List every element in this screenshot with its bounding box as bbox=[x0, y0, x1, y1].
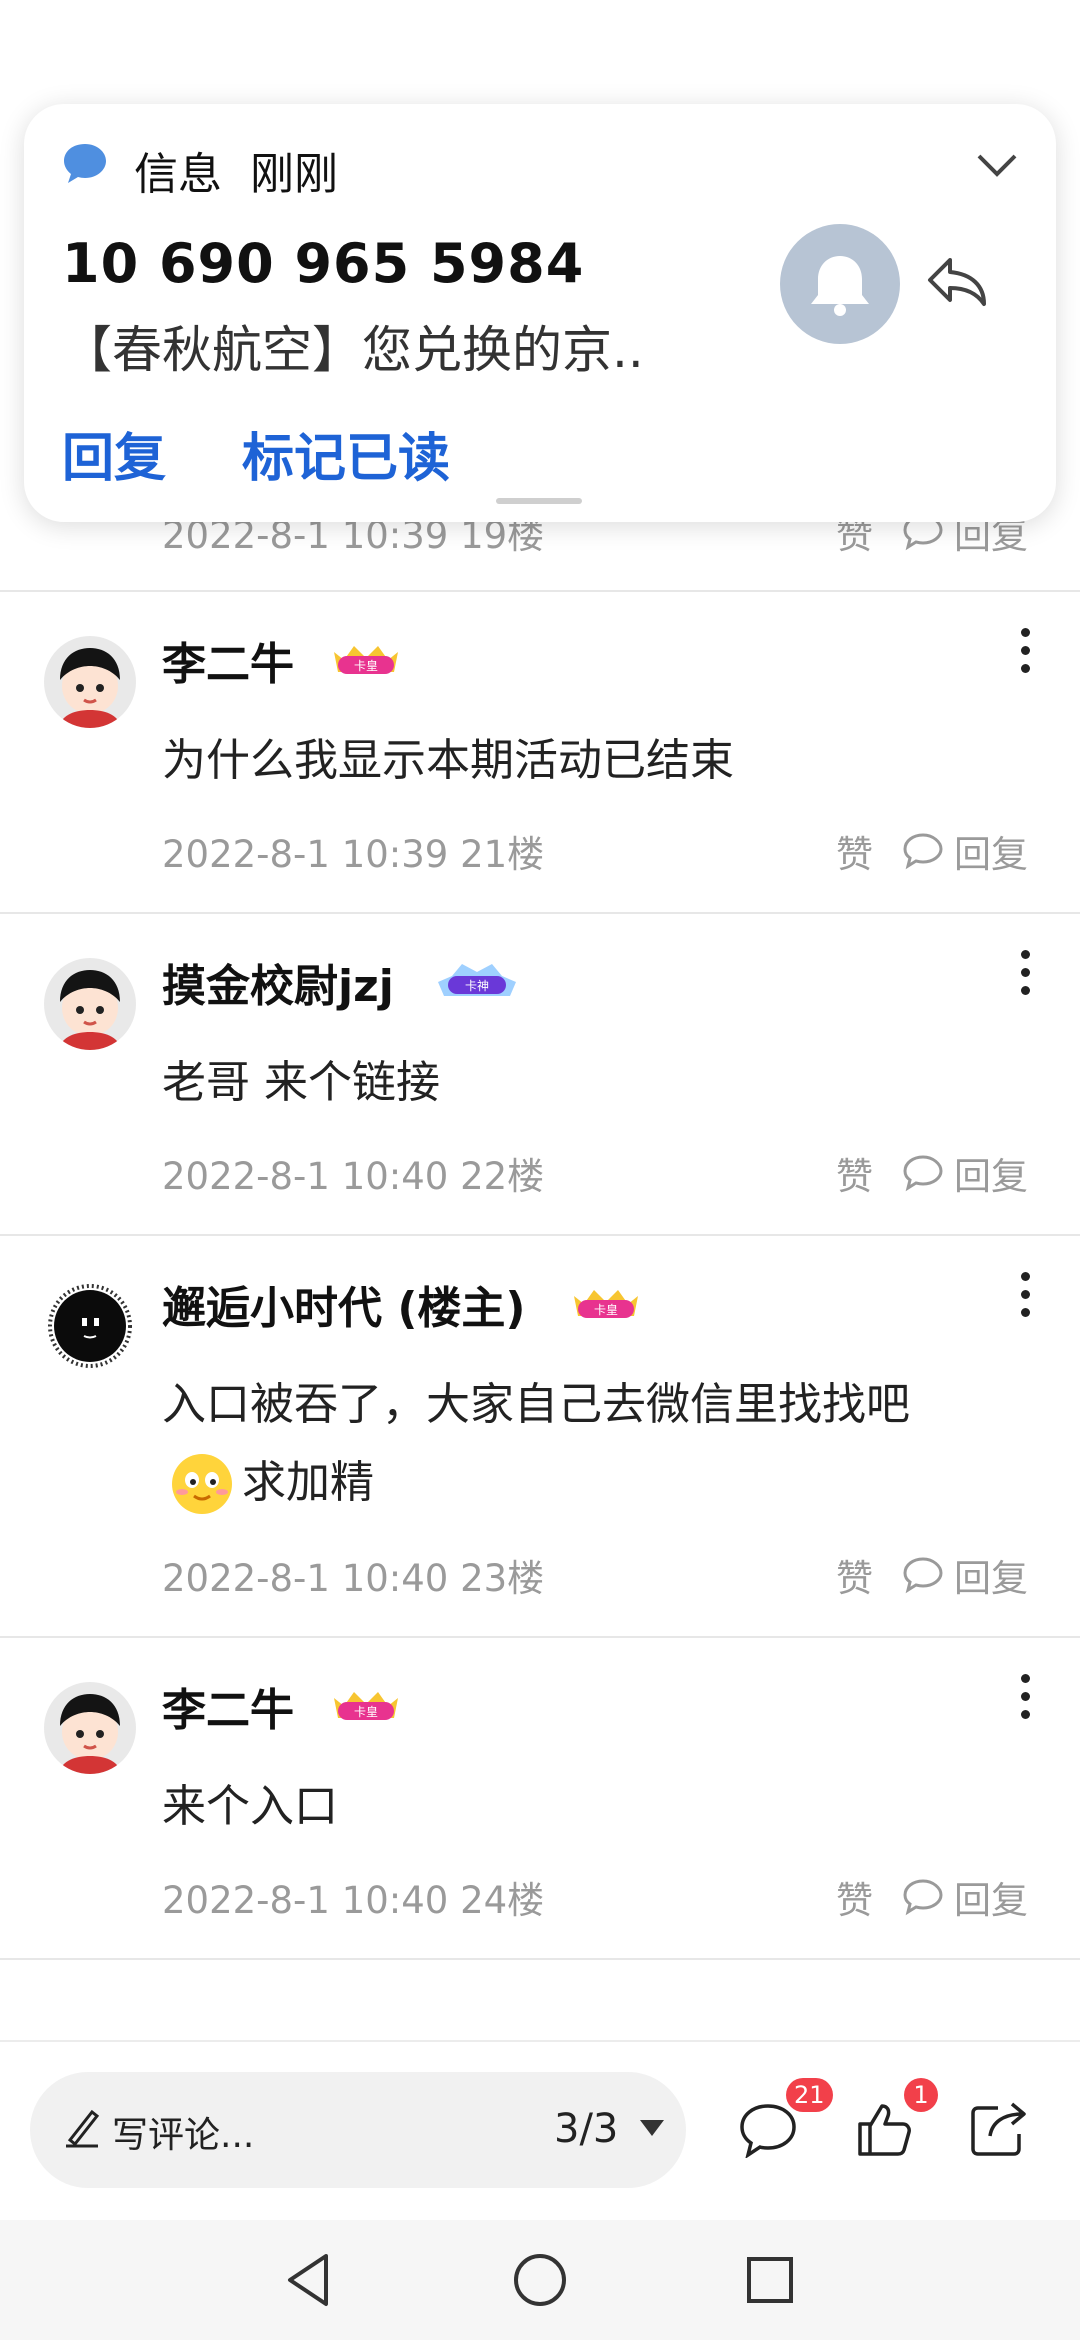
crown-badge-icon: 卡皇 bbox=[334, 1692, 398, 1720]
thumbs-up-icon[interactable] bbox=[856, 2100, 912, 2158]
notification-sender: 10 690 965 5984 bbox=[62, 232, 585, 295]
like-button[interactable]: 赞 bbox=[836, 824, 873, 878]
comment-bar: 写评论... 3/3 21 1 bbox=[0, 2040, 1080, 2222]
crown-badge-icon: 卡皇 bbox=[574, 1290, 638, 1318]
svg-text:卡皇: 卡皇 bbox=[354, 1705, 378, 1719]
comment-text: 为什么我显示本期活动已结束 bbox=[162, 735, 734, 786]
comment-item: 邂逅小时代 (楼主) 卡皇 入口被吞了，大家自己去微信里找找吧 求加精 2022… bbox=[0, 1236, 1080, 1638]
bell-icon[interactable] bbox=[780, 224, 900, 344]
pencil-icon bbox=[66, 2109, 100, 2148]
comment-meta: 2022-8-1 10:39 21楼 bbox=[162, 833, 545, 876]
crown-badge-icon: 卡神 bbox=[438, 964, 516, 996]
reply-button[interactable]: 回复 bbox=[902, 1548, 1028, 1602]
comment-item: 李二牛 卡皇 来个入口 2022-8-1 10:40 24楼 赞 回复 bbox=[0, 1638, 1080, 1960]
comment-count-badge: 21 bbox=[786, 2078, 833, 2112]
mark-read-button[interactable]: 标记已读 bbox=[242, 416, 450, 491]
comment-meta: 2022-8-1 10:40 23楼 bbox=[162, 1557, 545, 1600]
comment-author[interactable]: 摸金校尉jzj bbox=[162, 950, 394, 1014]
avatar[interactable] bbox=[44, 958, 136, 1050]
comment-text-continued: 求加精 bbox=[242, 1457, 374, 1508]
comment-author[interactable]: 李二牛 bbox=[162, 628, 294, 692]
comment-text: 老哥 来个链接 bbox=[162, 1057, 440, 1108]
share-icon[interactable] bbox=[968, 2100, 1028, 2158]
svg-text:卡皇: 卡皇 bbox=[594, 1303, 618, 1317]
like-count-badge: 1 bbox=[904, 2078, 938, 2112]
more-options-icon[interactable] bbox=[1018, 1272, 1032, 1332]
like-button[interactable]: 赞 bbox=[836, 1870, 873, 1924]
chat-bubble-icon bbox=[903, 1557, 943, 1594]
chat-bubble-icon bbox=[903, 833, 943, 870]
comment-meta: 2022-8-1 10:40 24楼 bbox=[162, 1879, 545, 1922]
message-bubble-icon bbox=[64, 144, 106, 183]
reply-button[interactable]: 回复 bbox=[902, 1870, 1028, 1924]
caret-down-icon[interactable] bbox=[638, 2118, 666, 2138]
notification-preview: 【春秋航空】您兑换的京.. bbox=[62, 321, 644, 379]
message-notification[interactable]: 信息 刚刚 10 690 965 5984 【春秋航空】您兑换的京.. 回复 标… bbox=[24, 104, 1056, 522]
avatar[interactable] bbox=[44, 1280, 136, 1372]
comment-author[interactable]: 李二牛 bbox=[162, 1674, 294, 1738]
comments-icon[interactable] bbox=[738, 2102, 798, 2158]
comment-text: 入口被吞了，大家自己去微信里找找吧 bbox=[162, 1379, 910, 1430]
page-indicator[interactable]: 3/3 bbox=[554, 2106, 618, 2152]
chat-bubble-icon bbox=[903, 1879, 943, 1916]
svg-text:卡神: 卡神 bbox=[465, 979, 489, 993]
comment-item: 摸金校尉jzj 卡神 老哥 来个链接 2022-8-1 10:40 22楼 赞 … bbox=[0, 914, 1080, 1236]
crown-badge-icon: 卡皇 bbox=[334, 646, 398, 674]
home-icon[interactable] bbox=[512, 2252, 568, 2308]
comment-input-placeholder: 写评论... bbox=[112, 2115, 255, 2156]
like-button[interactable]: 赞 bbox=[836, 1548, 873, 1602]
comment-input[interactable]: 写评论... 3/3 bbox=[30, 2072, 686, 2188]
notification-reply-button[interactable]: 回复 bbox=[62, 416, 166, 491]
like-button[interactable]: 赞 bbox=[836, 1146, 873, 1200]
reply-button[interactable]: 回复 bbox=[902, 1146, 1028, 1200]
comment-meta: 2022-8-1 10:40 22楼 bbox=[162, 1155, 545, 1198]
reply-arrow-icon[interactable] bbox=[924, 252, 990, 312]
chat-bubble-icon bbox=[903, 1155, 943, 1192]
more-options-icon[interactable] bbox=[1018, 1674, 1032, 1734]
notification-app-name: 信息 bbox=[134, 149, 222, 200]
svg-text:卡皇: 卡皇 bbox=[354, 659, 378, 673]
reply-button[interactable]: 回复 bbox=[902, 824, 1028, 878]
avatar[interactable] bbox=[44, 1682, 136, 1774]
back-icon[interactable] bbox=[282, 2250, 334, 2310]
system-nav-bar bbox=[0, 2220, 1080, 2340]
avatar[interactable] bbox=[44, 636, 136, 728]
drag-handle[interactable] bbox=[496, 498, 582, 504]
comment-text: 来个入口 bbox=[162, 1781, 338, 1832]
comment-item: 李二牛 卡皇 为什么我显示本期活动已结束 2022-8-1 10:39 21楼 … bbox=[0, 592, 1080, 914]
recents-icon[interactable] bbox=[744, 2254, 796, 2306]
smile-emoji-icon bbox=[172, 1454, 232, 1514]
notification-time: 刚刚 bbox=[250, 149, 338, 200]
comment-author[interactable]: 邂逅小时代 (楼主) bbox=[162, 1272, 526, 1336]
chevron-down-icon[interactable] bbox=[974, 150, 1020, 180]
more-options-icon[interactable] bbox=[1018, 628, 1032, 688]
more-options-icon[interactable] bbox=[1018, 950, 1032, 1010]
